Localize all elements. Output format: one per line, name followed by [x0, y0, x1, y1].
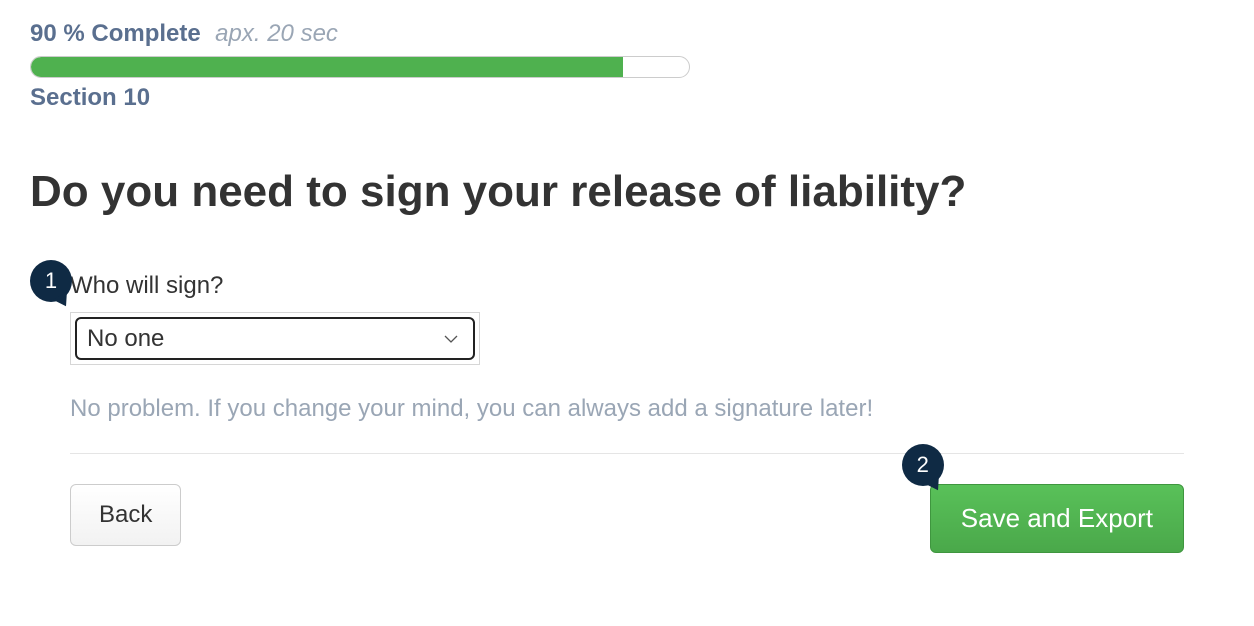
buttons-row: Back 2 Save and Export: [30, 484, 1224, 553]
signer-field-block: 1 Who will sign? No one: [30, 272, 1224, 365]
save-button-wrapper: 2 Save and Export: [930, 484, 1184, 553]
progress-bar: [30, 56, 690, 78]
signer-select-wrapper: No one: [70, 312, 480, 365]
callout-badge-1: 1: [30, 260, 72, 302]
callout-badge-2: 2: [902, 444, 944, 486]
hint-text: No problem. If you change your mind, you…: [30, 395, 1224, 423]
signer-select[interactable]: No one: [75, 317, 475, 360]
progress-percent-label: 90 % Complete: [30, 20, 201, 47]
signer-field-label: Who will sign?: [70, 272, 1224, 300]
section-label: Section 10: [30, 84, 1224, 112]
question-title: Do you need to sign your release of liab…: [30, 167, 1224, 217]
save-export-button[interactable]: Save and Export: [930, 484, 1184, 553]
progress-header: 90 % Complete apx. 20 sec Section 10: [30, 20, 1224, 112]
progress-time-label: apx. 20 sec: [215, 20, 338, 47]
progress-bar-fill: [31, 57, 623, 77]
divider: [70, 453, 1184, 454]
back-button[interactable]: Back: [70, 484, 181, 546]
